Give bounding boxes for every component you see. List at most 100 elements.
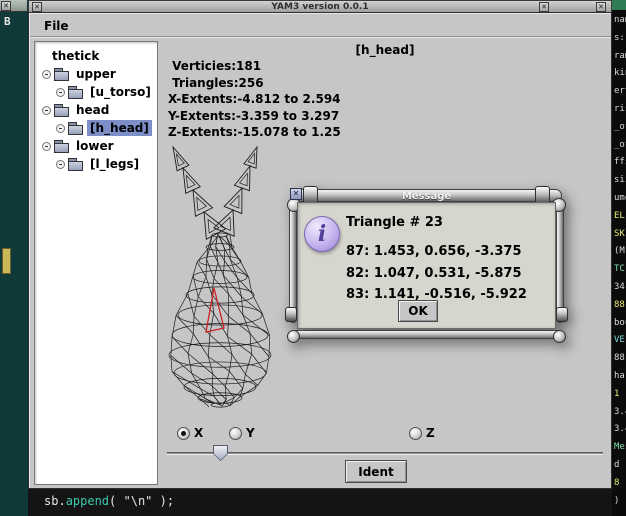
code-fragment: _of	[614, 137, 626, 155]
stat-line: Verticies:181	[168, 58, 341, 75]
pipe-sleeve	[556, 307, 568, 322]
slider-thumb[interactable]	[213, 445, 228, 461]
folder-icon	[68, 122, 83, 135]
code-fragment: bou	[614, 315, 626, 333]
stat-line: X-Extents:-4.812 to 2.594	[168, 91, 341, 108]
menu-bar: File	[30, 14, 611, 38]
dialog-border-pipe	[556, 205, 564, 323]
tree-item-label: head	[73, 102, 112, 118]
dialog-content: i Triangle # 23 87: 1.453, 0.656, -3.375…	[297, 202, 556, 329]
background-editor-bottom: sb.append( "\n" );	[28, 488, 626, 516]
message-dialog: Message ✕ i Triangle # 23 87: 1.453, 0.6…	[286, 185, 567, 344]
code-fragment: 88	[614, 350, 626, 368]
code-fragment: ume	[614, 190, 626, 208]
close-icon[interactable]: ✕	[1, 1, 11, 11]
dialog-border-pipe	[289, 205, 297, 323]
code-fragment: SK	[614, 226, 626, 244]
model-tree[interactable]: thetick upper [u_torso]head [h_head]lower [l…	[34, 41, 158, 485]
vertex-line: 82: 1.047, 0.531, -5.875	[346, 263, 527, 285]
axis-label: Z	[426, 426, 435, 440]
tree-item-label: [h_head]	[87, 120, 152, 136]
tree-item-u_torso[interactable]: [u_torso]	[35, 83, 157, 101]
code-fragment: ha	[614, 368, 626, 386]
dialog-border-pipe	[291, 330, 562, 339]
tree-expand-icon[interactable]	[42, 70, 51, 79]
code-fragment: 1	[614, 386, 626, 404]
code-fragment: TC	[614, 261, 626, 279]
dialog-titlebar[interactable]: Message	[291, 189, 562, 202]
code-fragment: 88	[614, 297, 626, 315]
tree-expand-icon[interactable]	[56, 160, 65, 169]
tree-item-label: [u_torso]	[87, 84, 154, 100]
close-icon[interactable]: ✕	[32, 2, 42, 12]
tree-item-label: lower	[73, 138, 117, 154]
code-fragment: 3.4	[614, 404, 626, 422]
code-fragment: siz	[614, 172, 626, 190]
axis-radio-y[interactable]	[229, 427, 242, 440]
stat-line: Y-Extents:-3.359 to 3.297	[168, 108, 341, 125]
dialog-vertex-lines: 87: 1.453, 0.656, -3.37582: 1.047, 0.531…	[346, 241, 527, 306]
code-fragments-column: nams:ramkinertris_of_offfssizumeELSK(MTC…	[614, 12, 626, 510]
code-token: "\n"	[124, 494, 153, 508]
axis-radio-x[interactable]	[177, 427, 190, 440]
tree-expand-icon[interactable]	[56, 88, 65, 97]
code-fragment: 34	[614, 279, 626, 297]
axis-radio-z[interactable]	[409, 427, 422, 440]
code-fragment: EL	[614, 208, 626, 226]
folder-icon	[54, 140, 69, 153]
terminal-highlight-block	[2, 248, 11, 274]
tree-item-label: upper	[73, 66, 119, 82]
tree-expand-icon[interactable]	[42, 142, 51, 151]
tree-item-l_legs[interactable]: [l_legs]	[35, 155, 157, 173]
tree-expand-icon[interactable]	[56, 124, 65, 133]
stat-line: Triangles:256	[168, 75, 341, 92]
code-fragment: Mes	[614, 439, 626, 457]
menu-file[interactable]: File	[39, 18, 74, 34]
window-titlebar[interactable]: YAM3 version 0.0.1 ✕ ✕ ✕	[28, 0, 612, 12]
dialog-heading: Triangle # 23	[346, 215, 443, 230]
background-window-label: B	[4, 15, 11, 28]
stats-block: Verticies:181 Triangles:256X-Extents:-4.…	[168, 58, 341, 141]
slider-track[interactable]	[167, 452, 603, 455]
info-icon: i	[304, 216, 340, 252]
background-titlebar-fragment	[612, 0, 626, 10]
tree-item-label: [l_legs]	[87, 156, 142, 172]
info-icon-glyph: i	[318, 221, 326, 247]
code-fragment: (M	[614, 243, 626, 261]
tree-item-lower[interactable]: lower	[35, 137, 157, 155]
background-terminal-left: ✕ B	[0, 0, 30, 516]
close-icon[interactable]: ✕	[539, 2, 549, 12]
code-fragment: ffs	[614, 154, 626, 172]
window-title: YAM3 version 0.0.1	[29, 2, 611, 12]
pipe-corner-cap	[287, 330, 300, 343]
code-fragment: kin	[614, 65, 626, 83]
code-fragment: VE	[614, 332, 626, 350]
code-fragment: 8	[614, 475, 626, 493]
tree-item-head[interactable]: head	[35, 101, 157, 119]
code-fragment: s:	[614, 30, 626, 48]
folder-icon	[68, 86, 83, 99]
vertex-line: 87: 1.453, 0.656, -3.375	[346, 241, 527, 263]
tree-item-upper[interactable]: upper	[35, 65, 157, 83]
tree-item-thetick[interactable]: thetick	[35, 47, 157, 65]
pipe-sleeve	[285, 307, 297, 322]
code-fragment: _of	[614, 119, 626, 137]
folder-icon	[68, 158, 83, 171]
tree-item-h_head[interactable]: [h_head]	[35, 119, 157, 137]
code-fragment: )	[614, 493, 626, 511]
tree-item-label: thetick	[49, 48, 102, 64]
code-token: (	[109, 494, 123, 508]
folder-icon	[54, 68, 69, 81]
ok-button[interactable]: OK	[398, 300, 438, 322]
code-fragment: ram	[614, 48, 626, 66]
folder-icon	[54, 104, 69, 117]
ident-button[interactable]: Ident	[345, 460, 407, 483]
frame-slider[interactable]	[167, 445, 603, 461]
background-editor-right: nams:ramkinertris_of_offfssizumeELSK(MTC…	[612, 0, 626, 516]
background-window-titlebar: ✕	[0, 0, 27, 12]
code-token: );	[152, 494, 174, 508]
tree-expand-icon[interactable]	[42, 106, 51, 115]
close-icon[interactable]: ✕	[290, 188, 302, 200]
close-icon[interactable]: ✕	[596, 2, 606, 12]
code-token: .	[58, 494, 65, 508]
